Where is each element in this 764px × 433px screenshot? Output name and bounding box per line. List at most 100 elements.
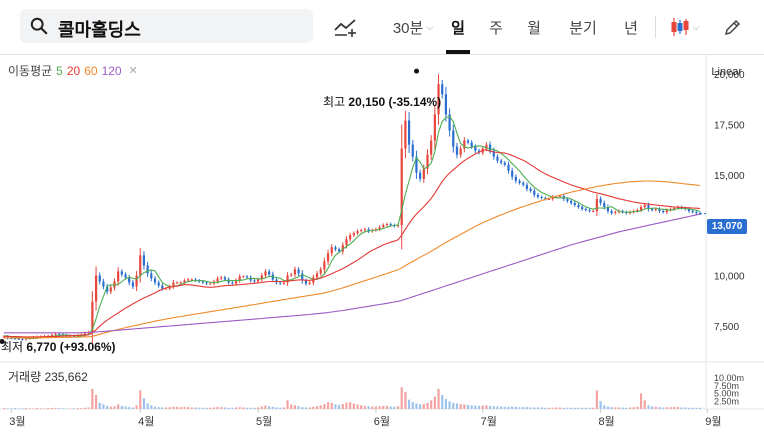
- drawing-tool-button[interactable]: [331, 12, 361, 42]
- volume-bar: [301, 407, 304, 409]
- candle-body: [507, 164, 510, 171]
- candle-body: [128, 277, 131, 283]
- candle-body: [547, 198, 551, 200]
- volume-bar: [639, 393, 643, 409]
- volume-bar: [13, 408, 17, 409]
- volume-bar: [411, 402, 414, 409]
- volume-bar: [91, 388, 94, 409]
- volume-bar: [231, 407, 234, 409]
- volume-bar: [441, 395, 444, 409]
- volume-bar: [481, 405, 484, 409]
- candle-body: [407, 120, 411, 145]
- candle-body: [349, 235, 352, 240]
- toolbar-divider: [655, 16, 656, 38]
- volume-bar: [249, 407, 252, 409]
- candle-body: [187, 279, 190, 281]
- candle-body: [253, 280, 256, 282]
- candle-body: [592, 211, 595, 213]
- volume-bar: [242, 407, 245, 409]
- price-chart[interactable]: 20,00017,50015,00012,50010,0007,50010.00…: [0, 54, 764, 433]
- volume-bar: [647, 405, 650, 409]
- tab-month[interactable]: 월: [522, 12, 546, 42]
- volume-bar: [617, 407, 621, 409]
- volume-bar: [190, 407, 193, 409]
- volume-bar: [680, 407, 683, 409]
- candle-body: [142, 255, 146, 266]
- chart-type-button[interactable]: ⌵: [664, 12, 704, 42]
- tab-year[interactable]: 년: [619, 12, 643, 42]
- volume-bar: [687, 407, 691, 409]
- candle-body: [529, 188, 532, 191]
- x-tick-label: 5월: [256, 415, 272, 428]
- volume-bar: [106, 405, 109, 409]
- low-prefix: 최저: [1, 340, 27, 354]
- volume-bar: [371, 406, 374, 409]
- volume-bar: [463, 404, 466, 409]
- volume-bar: [69, 408, 72, 409]
- low-pct: (+93.06%): [59, 340, 116, 354]
- candle-body: [330, 247, 333, 254]
- candle-body: [540, 196, 543, 198]
- volume-bar: [374, 406, 378, 409]
- candle-body: [533, 190, 536, 195]
- candle-body: [614, 212, 617, 214]
- volume-bar: [577, 407, 580, 409]
- candle-body: [352, 233, 355, 236]
- volume-bar: [651, 406, 654, 409]
- candle-body: [315, 273, 319, 278]
- volume-bar: [503, 406, 506, 409]
- high-value: 20,150: [348, 95, 386, 109]
- candle-body: [54, 333, 57, 335]
- volume-bar: [198, 407, 201, 409]
- chevron-down-icon: ⌵: [692, 21, 700, 32]
- candle-body: [279, 282, 282, 284]
- volume-bar: [164, 407, 168, 409]
- volume-bar: [422, 404, 425, 409]
- candle-body: [223, 277, 227, 280]
- volume-bar: [573, 407, 576, 409]
- volume-bar: [547, 407, 551, 409]
- pencil-icon: [724, 19, 741, 36]
- volume-bar: [271, 406, 274, 409]
- volume-bar: [673, 406, 676, 409]
- candle-body: [323, 261, 326, 270]
- tab-week[interactable]: 주: [484, 12, 508, 42]
- volume-bar: [684, 407, 687, 409]
- volume-bar: [551, 407, 554, 409]
- y-tick-label: 7,500: [714, 322, 739, 333]
- candle-body: [245, 276, 249, 278]
- volume-bar: [404, 391, 407, 409]
- candle-body: [573, 202, 576, 205]
- low-value: 6,770: [26, 340, 57, 354]
- candle-body: [282, 282, 285, 284]
- tab-day[interactable]: 일: [446, 12, 470, 42]
- volume-bar: [356, 404, 359, 409]
- volume-bar: [72, 408, 76, 409]
- y-tick-label: 20,000: [714, 70, 745, 81]
- search-box[interactable]: 콜마홀딩스: [20, 9, 313, 43]
- candle-body: [135, 275, 138, 287]
- volume-bar: [76, 408, 79, 409]
- volume-bar: [581, 407, 584, 409]
- volume-bar: [396, 406, 400, 409]
- volume-bar: [205, 407, 208, 409]
- volume-bar: [529, 407, 532, 409]
- interval-label: 30분: [392, 19, 424, 37]
- volume-label: 거래량 235,662: [8, 370, 88, 384]
- volume-bar: [157, 407, 160, 409]
- interval-select[interactable]: 30분 ⌵: [390, 12, 436, 42]
- draw-edit-button[interactable]: [720, 12, 746, 42]
- volume-bar: [183, 406, 186, 409]
- volume-bar: [415, 403, 418, 409]
- tab-quarter[interactable]: 분기: [566, 12, 600, 42]
- volume-bar: [297, 406, 300, 409]
- volume-bar: [268, 406, 271, 409]
- volume-bar: [50, 408, 53, 409]
- volume-bar: [341, 404, 344, 409]
- volume-bar: [279, 407, 282, 409]
- candle-body: [326, 253, 330, 262]
- candle-body: [433, 114, 436, 141]
- volume-bar: [94, 395, 98, 409]
- volume-bar: [662, 407, 665, 409]
- volume-bar: [61, 408, 65, 409]
